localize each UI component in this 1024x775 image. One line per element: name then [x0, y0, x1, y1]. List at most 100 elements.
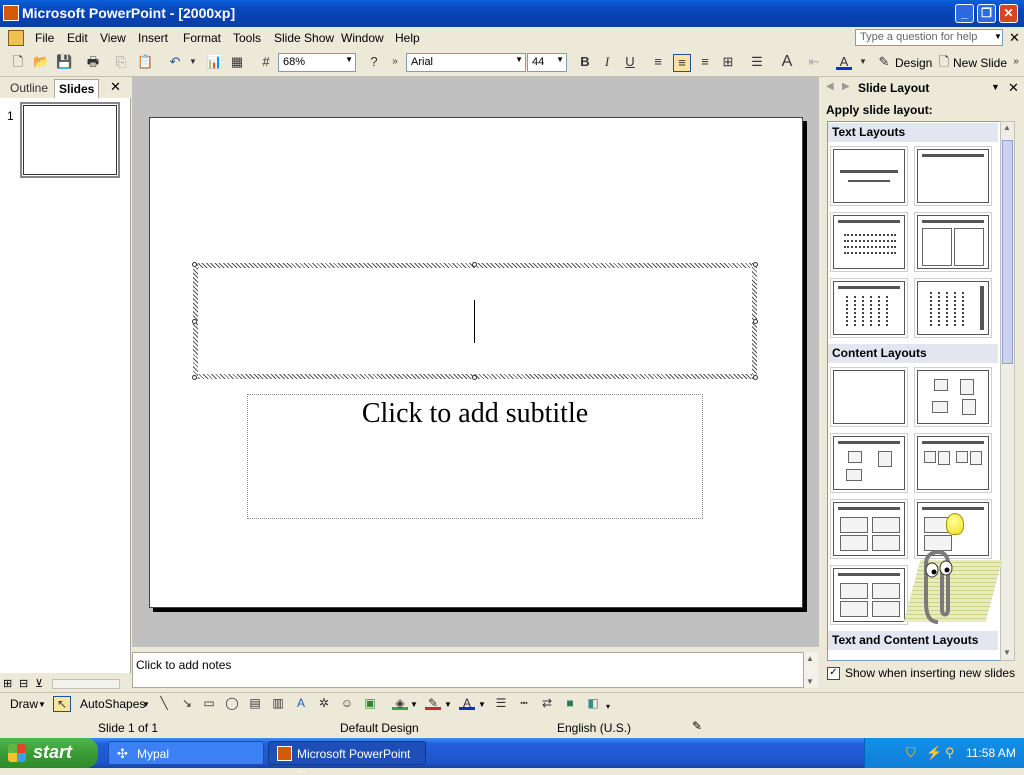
- resize-handle[interactable]: [472, 262, 477, 267]
- toolbar-options-icon[interactable]: »: [387, 54, 403, 70]
- 3d-style-icon[interactable]: ◧: [585, 696, 601, 710]
- layout-blank[interactable]: [830, 367, 908, 427]
- show-grid-icon[interactable]: #: [258, 54, 274, 70]
- menu-window[interactable]: Window: [341, 31, 384, 45]
- chevron-down-icon[interactable]: ▼: [515, 55, 523, 64]
- menu-file[interactable]: File: [35, 31, 54, 45]
- fill-color-icon[interactable]: ◈: [392, 696, 408, 710]
- office-assistant-icon[interactable]: [918, 530, 968, 628]
- font-size-select[interactable]: 44 ▼: [527, 53, 567, 72]
- align-right-icon[interactable]: ≡: [697, 54, 713, 70]
- new-slide-button[interactable]: New Slide: [953, 56, 1007, 70]
- rectangle-icon[interactable]: ▭: [201, 696, 217, 710]
- slide-sorter-view-icon[interactable]: ⊟: [19, 677, 28, 690]
- close-pane-icon[interactable]: ✕: [110, 79, 121, 95]
- layout-title-slide[interactable]: [830, 146, 908, 206]
- taskbar-item-mypal[interactable]: ✣ Mypal: [108, 741, 264, 765]
- chevron-down-icon[interactable]: ▼: [142, 700, 150, 709]
- scroll-up-icon[interactable]: ▲: [1003, 123, 1011, 132]
- undo-icon[interactable]: ↶: [167, 54, 183, 70]
- dash-style-icon[interactable]: ┅: [516, 696, 532, 710]
- chevron-down-icon[interactable]: ▼: [556, 55, 564, 64]
- new-slide-icon[interactable]: 🗋: [936, 54, 952, 70]
- subtitle-placeholder-text[interactable]: Click to add subtitle: [247, 398, 703, 430]
- resize-handle[interactable]: [192, 262, 197, 267]
- minimize-icon[interactable]: _: [955, 4, 974, 23]
- print-icon[interactable]: 🖶: [85, 54, 101, 70]
- increase-font-icon[interactable]: A: [779, 54, 795, 70]
- underline-icon[interactable]: U: [622, 54, 638, 70]
- show-on-insert-checkbox[interactable]: ✓: [827, 667, 840, 680]
- chevron-down-icon[interactable]: ▼: [444, 700, 452, 709]
- layout-content[interactable]: [914, 367, 992, 427]
- menu-insert[interactable]: Insert: [138, 31, 168, 45]
- arrow-style-icon[interactable]: ⇄: [539, 696, 555, 710]
- help-search-input[interactable]: Type a question for help: [855, 29, 1003, 46]
- arrow-icon[interactable]: ↘: [179, 696, 195, 710]
- decrease-indent-icon[interactable]: ⇤: [806, 54, 822, 70]
- resize-handle[interactable]: [753, 375, 758, 380]
- help-icon[interactable]: ?: [366, 54, 382, 70]
- task-pane-menu-icon[interactable]: ▼: [991, 82, 1000, 92]
- resize-handle[interactable]: [753, 319, 758, 324]
- menu-tools[interactable]: Tools: [233, 31, 261, 45]
- slides-list[interactable]: [0, 98, 131, 673]
- scroll-down-icon[interactable]: ▼: [806, 677, 814, 686]
- slideshow-view-icon[interactable]: ⊻: [35, 677, 43, 690]
- design-button[interactable]: Design: [895, 56, 932, 70]
- draw-menu-button[interactable]: Draw: [10, 697, 38, 711]
- menu-help[interactable]: Help: [395, 31, 420, 45]
- restore-icon[interactable]: ❐: [977, 4, 996, 23]
- insert-chart-icon[interactable]: 📊: [206, 54, 222, 70]
- layout-title-and-four-content[interactable]: [830, 565, 908, 625]
- vertical-text-box-icon[interactable]: ▥: [270, 696, 286, 710]
- layout-title-only[interactable]: [914, 146, 992, 206]
- autoshapes-menu-button[interactable]: AutoShapes: [80, 697, 145, 711]
- line-style-icon[interactable]: ☰: [493, 696, 509, 710]
- security-shield-icon[interactable]: ⛉: [906, 745, 916, 761]
- notes-pane[interactable]: Click to add notes: [132, 652, 804, 688]
- help-dropdown-icon[interactable]: ▼: [994, 32, 1002, 41]
- close-task-pane-icon[interactable]: ✕: [1008, 80, 1019, 96]
- toolbar-options-icon[interactable]: ▾: [606, 702, 610, 711]
- resize-handle[interactable]: [192, 319, 197, 324]
- layout-two-column-text[interactable]: [914, 212, 992, 272]
- align-center-icon[interactable]: ≡: [673, 54, 691, 72]
- clip-art-icon[interactable]: ☺: [339, 696, 355, 710]
- line-color-icon[interactable]: ✎: [425, 696, 441, 710]
- bold-icon[interactable]: B: [577, 54, 593, 70]
- close-document-icon[interactable]: ✕: [1009, 30, 1020, 46]
- back-arrow-icon[interactable]: ◀: [826, 81, 834, 92]
- paste-icon[interactable]: 📋: [137, 54, 153, 70]
- layout-title-and-two-content[interactable]: [914, 433, 992, 493]
- italic-icon[interactable]: I: [599, 54, 615, 70]
- document-menu-icon[interactable]: [8, 30, 24, 46]
- chevron-down-icon[interactable]: ▼: [478, 700, 486, 709]
- menu-slide-show[interactable]: Slide Show: [274, 31, 334, 45]
- layout-title-and-text[interactable]: [830, 212, 908, 272]
- scroll-thumb[interactable]: [1002, 140, 1013, 364]
- wordart-icon[interactable]: A: [293, 696, 309, 710]
- diagram-icon[interactable]: ✲: [316, 696, 332, 710]
- insert-picture-icon[interactable]: ▣: [362, 696, 378, 710]
- font-color-dropdown-icon[interactable]: ▼: [855, 54, 871, 70]
- draw-font-color-icon[interactable]: A: [459, 696, 475, 710]
- distribute-icon[interactable]: ⊞: [720, 54, 736, 70]
- new-file-icon[interactable]: 🗋: [10, 54, 26, 70]
- network-icon[interactable]: ⚡: [926, 745, 942, 761]
- menu-format[interactable]: Format: [183, 31, 221, 45]
- zoom-select[interactable]: 68% ▼: [278, 53, 356, 72]
- resize-handle[interactable]: [753, 262, 758, 267]
- align-left-icon[interactable]: ≡: [650, 54, 666, 70]
- layout-title-content-and-two-content[interactable]: [830, 499, 908, 559]
- line-icon[interactable]: ╲: [156, 696, 172, 710]
- resize-handle[interactable]: [192, 375, 197, 380]
- shadow-style-icon[interactable]: ■: [562, 696, 578, 710]
- open-folder-icon[interactable]: 📂: [33, 54, 49, 70]
- search-icon[interactable]: ⚲: [945, 745, 955, 761]
- start-button[interactable]: start: [0, 738, 98, 768]
- toolbar-more-icon[interactable]: »: [1008, 54, 1024, 70]
- chevron-down-icon[interactable]: ▼: [410, 700, 418, 709]
- save-icon[interactable]: 💾: [56, 54, 72, 70]
- taskbar-item-powerpoint[interactable]: Microsoft PowerPoint ...: [268, 741, 426, 775]
